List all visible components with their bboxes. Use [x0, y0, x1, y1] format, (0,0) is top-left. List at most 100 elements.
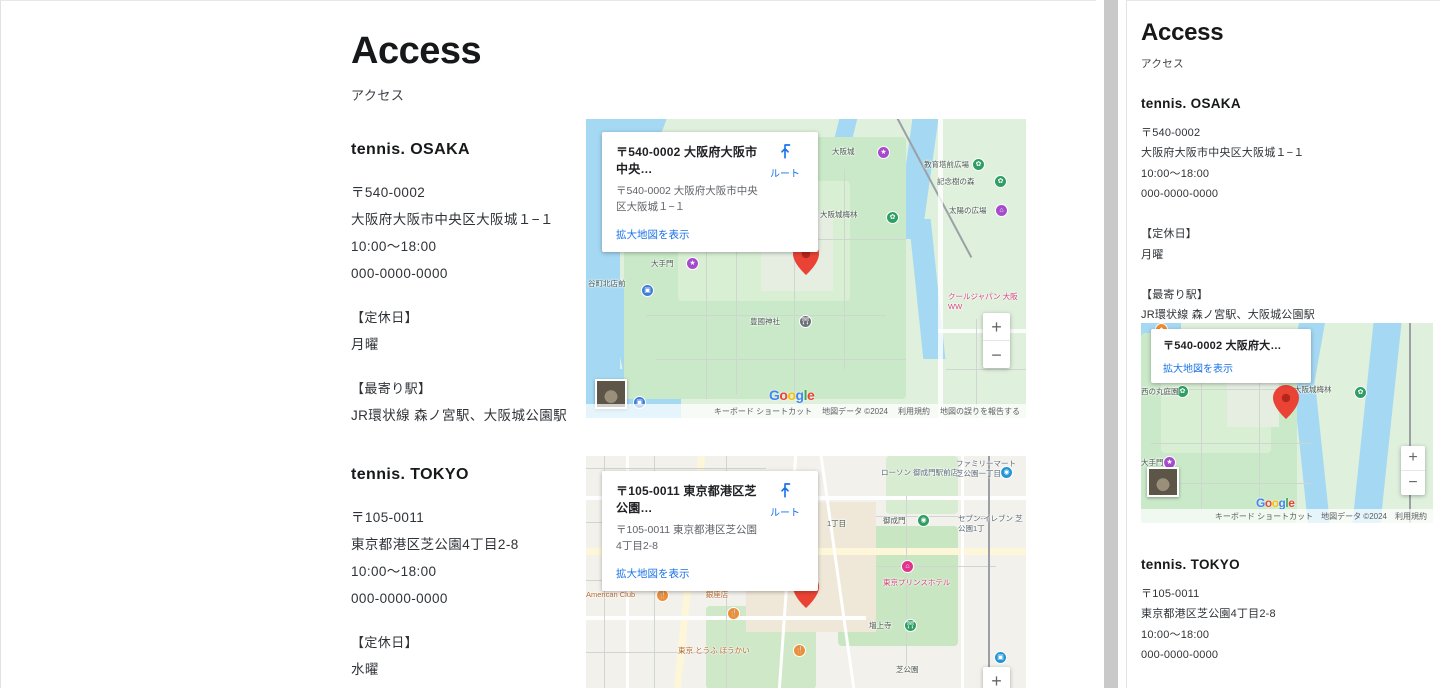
- poi-icon-tofu: 🍴: [793, 644, 806, 657]
- shop-phone-osaka: 000-0000-0000: [351, 266, 448, 281]
- mobile-poi-icon-bairin: ✿: [1354, 386, 1367, 399]
- mobile-closed-label-osaka: 【定休日】: [1141, 228, 1197, 241]
- mobile-page-title: Access: [1141, 19, 1224, 46]
- shop-phone-tokyo: 000-0000-0000: [351, 591, 448, 606]
- station-value-osaka: JR環状線 森ノ宮駅、大阪城公園駅: [351, 408, 568, 423]
- window-scroll-gutter[interactable]: [1096, 0, 1126, 688]
- scrollbar-thumb[interactable]: [1104, 0, 1118, 688]
- mobile-postal-osaka: 〒540-0002: [1141, 127, 1201, 139]
- poi-label-prince-hotel: 東京プリンスホテル: [883, 578, 951, 587]
- poi-icon-hokoku-jinja: ⛩: [799, 315, 812, 328]
- poi-label-otemon: 大手門: [651, 259, 674, 268]
- map-attribution-osaka: キーボード ショートカット 地図データ ©2024 利用規約 地図の誤りを報告す…: [586, 404, 1026, 418]
- shop-name-tokyo: tennis. TOKYO: [351, 466, 469, 483]
- poi-icon-american-club: 🍴: [656, 589, 669, 602]
- poi-label-zojoji: 増上寺: [869, 621, 892, 630]
- poi-icon-osaka-castle: ★: [877, 146, 890, 159]
- shop-info-osaka: tennis. OSAKA 〒540-0002 大阪府大阪市中央区大阪城１−１ …: [351, 141, 567, 429]
- poi-label-cool-japan: クールジャパン 大阪 WW: [948, 292, 1018, 312]
- mobile-hours-osaka: 10:00〜18:00: [1141, 167, 1210, 180]
- mobile-info-card-title: 〒540-0002 大阪府大…: [1163, 340, 1282, 352]
- mobile-address-tokyo: 東京都港区芝公園4丁目2-8: [1141, 608, 1276, 621]
- page-title: Access: [351, 30, 482, 72]
- mobile-map-info-card[interactable]: 〒540-0002 大阪府大… 拡大地図を表示: [1151, 329, 1311, 383]
- poi-icon-hanayama-udon: 🍴: [727, 607, 740, 620]
- route-label-osaka: ルート: [770, 169, 800, 180]
- poi-label-american-club: American Club: [586, 590, 636, 599]
- mobile-shop-info-tokyo: tennis. TOKYO 〒105-0011 東京都港区芝公園4丁目2-8 1…: [1141, 557, 1440, 665]
- closed-label-tokyo: 【定休日】: [351, 635, 419, 650]
- info-card-address-osaka: 〒540-0002 大阪府大阪市中央区大阪城１−１: [616, 185, 758, 213]
- poi-icon-onarimon: ◉: [917, 514, 930, 527]
- map-info-card-tokyo[interactable]: 〒105-0011 東京都港区芝公園… 〒105-0011 東京都港区芝公園4丁…: [602, 471, 818, 591]
- map-zoom-controls-tokyo[interactable]: +: [983, 667, 1010, 688]
- shop-postal-osaka: 〒540-0002: [351, 185, 426, 200]
- expand-map-link-tokyo[interactable]: 拡大地図を表示: [616, 566, 690, 581]
- mobile-phone-tokyo: 000-0000-0000: [1141, 649, 1219, 662]
- poi-label-taiyou-hiroba: 太陽の広場: [949, 206, 987, 215]
- mobile-closed-value-osaka: 月曜: [1141, 248, 1164, 261]
- expand-map-link-osaka[interactable]: 拡大地図を表示: [616, 227, 690, 242]
- preview-root: Access アクセス tennis. OSAKA 〒540-0002 大阪府大…: [0, 0, 1440, 688]
- mobile-phone-osaka: 000-0000-0000: [1141, 188, 1219, 201]
- map-zoom-controls-osaka[interactable]: + −: [983, 313, 1010, 368]
- poi-label-shiba-park: 芝公園: [896, 665, 919, 674]
- mobile-content: Access アクセス tennis. OSAKA 〒540-0002 大阪府大…: [1141, 1, 1440, 326]
- closed-label-osaka: 【定休日】: [351, 310, 419, 325]
- mobile-map-osaka[interactable]: ✿ 西の丸庭園 ✿ 大阪城梅林 ★ 大手門 ● 〒540-0002 大阪府大… …: [1141, 323, 1433, 523]
- poi-label-lawson: ローソン 御成門駅前店: [881, 468, 959, 477]
- poi-label-tanimachi: 谷町北店前: [588, 279, 626, 288]
- route-button-osaka[interactable]: ルート: [762, 142, 808, 180]
- mobile-map-pin-osaka[interactable]: [1273, 385, 1299, 419]
- poi-icon-bairin: ✿: [886, 211, 899, 224]
- poi-label-kyouikutou: 教育塔前広場: [924, 160, 969, 169]
- shop-address-tokyo: 東京都港区芝公園4丁目2-8: [351, 537, 519, 552]
- mobile-attrib-map-data: 地図データ ©2024: [1321, 511, 1387, 521]
- shop-hours-tokyo: 10:00〜18:00: [351, 564, 437, 579]
- attrib-keyboard-shortcuts[interactable]: キーボード ショートカット: [714, 406, 812, 417]
- page-header: Access アクセス: [351, 30, 482, 104]
- mobile-zoom-in-button[interactable]: +: [1401, 446, 1425, 470]
- poi-label-tofu: 東京 とうふ ほうかい: [678, 646, 750, 655]
- shop-info-tokyo: tennis. TOKYO 〒105-0011 東京都港区芝公園4丁目2-8 1…: [351, 466, 519, 688]
- mobile-zoom-out-button[interactable]: −: [1401, 471, 1425, 495]
- poi-icon-taiyou-hiroba: ⌂: [995, 204, 1008, 217]
- route-label-tokyo: ルート: [770, 508, 800, 519]
- mobile-poi-label-garden: 西の丸庭園: [1141, 387, 1179, 396]
- page-subtitle: アクセス: [351, 87, 405, 103]
- map-tokyo[interactable]: ◉ ローソン 御成門駅前店 ⌂ 東京プリンスホテル 🍴 五代目花山うどん 銀座店…: [586, 456, 1026, 688]
- mobile-attrib-keyboard-shortcuts[interactable]: キーボード ショートカット: [1215, 511, 1313, 522]
- mobile-address-osaka: 大阪府大阪市中央区大阪城１−１: [1141, 147, 1305, 160]
- poi-icon-kinenju: ✿: [994, 175, 1007, 188]
- zoom-in-button-osaka[interactable]: +: [983, 313, 1010, 340]
- zoom-in-button-tokyo[interactable]: +: [983, 667, 1010, 688]
- mobile-shop-name-osaka: tennis. OSAKA: [1141, 96, 1241, 111]
- shop-name-osaka: tennis. OSAKA: [351, 141, 470, 158]
- attrib-report-error[interactable]: 地図の誤りを報告する: [940, 406, 1020, 417]
- mobile-street-view-thumbnail[interactable]: [1147, 467, 1179, 497]
- mobile-map-zoom-controls[interactable]: + −: [1401, 446, 1425, 495]
- desktop-preview-pane: Access アクセス tennis. OSAKA 〒540-0002 大阪府大…: [0, 0, 1096, 688]
- poi-icon-tanimachi: ▣: [641, 284, 654, 297]
- poi-icon-zojoji: ⛩: [904, 619, 917, 632]
- poi-label-bairin: 大阪城梅林: [820, 210, 858, 219]
- route-icon: [781, 144, 791, 159]
- route-button-tokyo[interactable]: ルート: [762, 481, 808, 519]
- map-osaka[interactable]: ★ 大阪城 ✿ 西の丸庭園 ✿ 大阪城梅林 ✿ 記念樹の森 ⛩ 豊國神社 ★ 大…: [586, 119, 1026, 418]
- poi-label-1chome: 1丁目: [827, 519, 847, 528]
- mobile-shop-name-tokyo: tennis. TOKYO: [1141, 557, 1240, 572]
- shop-address-osaka: 大阪府大阪市中央区大阪城１−１: [351, 212, 554, 227]
- station-label-osaka: 【最寄り駅】: [351, 381, 432, 396]
- attrib-terms[interactable]: 利用規約: [898, 406, 930, 417]
- attrib-map-data: 地図データ ©2024: [822, 406, 888, 416]
- zoom-out-button-osaka[interactable]: −: [983, 341, 1010, 368]
- shop-postal-tokyo: 〒105-0011: [351, 510, 425, 525]
- mobile-hours-tokyo: 10:00〜18:00: [1141, 628, 1210, 641]
- poi-icon-prince-hotel: ⌂: [901, 560, 914, 573]
- mobile-postal-tokyo: 〒105-0011: [1141, 588, 1200, 600]
- mobile-page-subtitle: アクセス: [1141, 58, 1185, 70]
- mobile-attrib-terms[interactable]: 利用規約: [1395, 511, 1427, 522]
- map-info-card-osaka[interactable]: 〒540-0002 大阪府大阪市中央… 〒540-0002 大阪府大阪市中央区大…: [602, 132, 818, 252]
- mobile-station-label-osaka: 【最寄り駅】: [1141, 289, 1209, 302]
- mobile-expand-map-link[interactable]: 拡大地図を表示: [1163, 360, 1233, 375]
